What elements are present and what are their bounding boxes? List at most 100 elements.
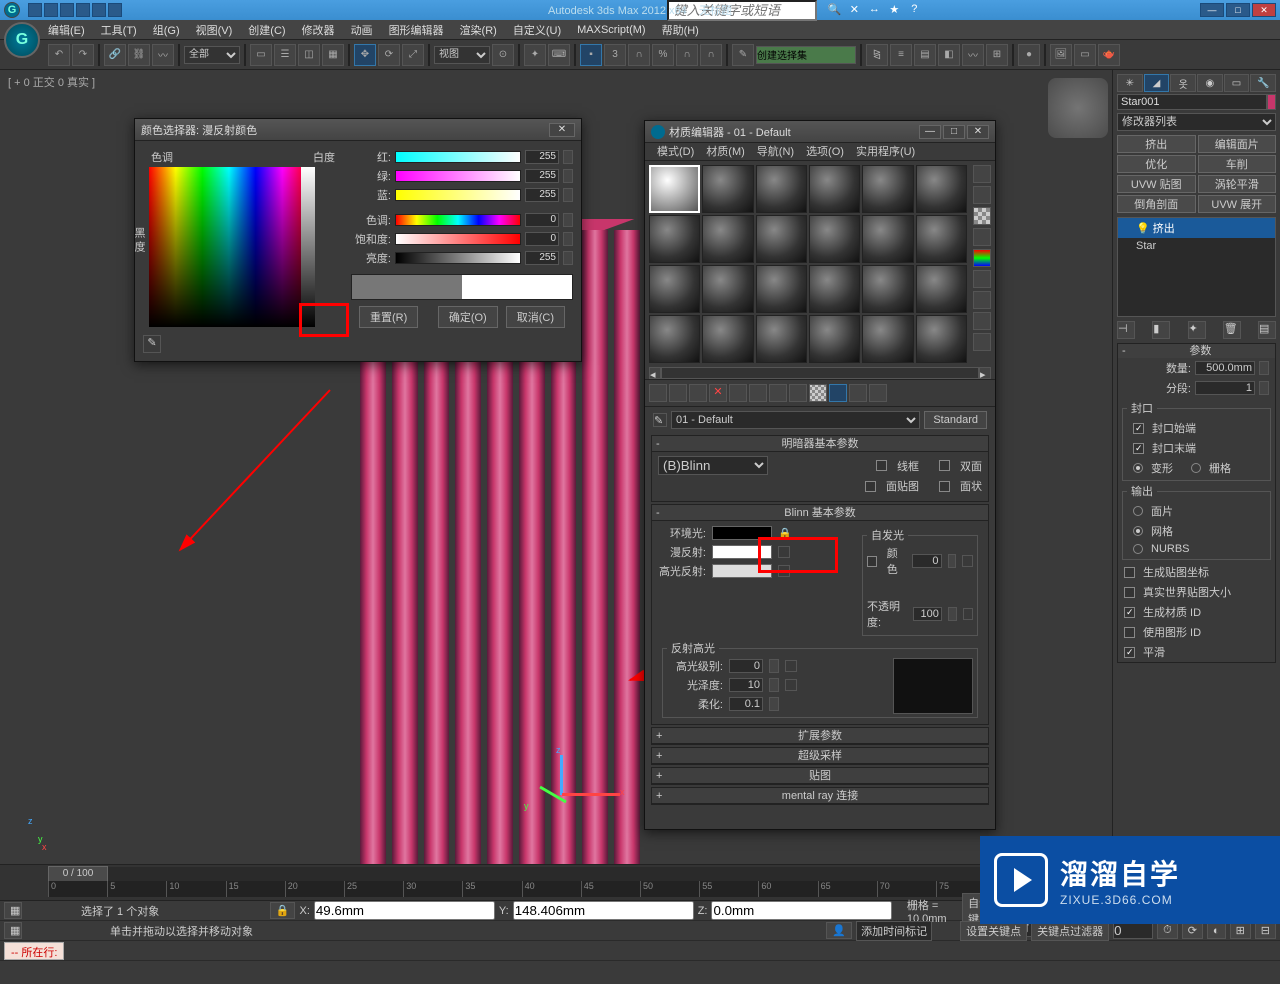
lock-selection-icon[interactable]: 🔒 (270, 902, 296, 919)
sat-slider[interactable] (395, 233, 521, 245)
window-crossing-icon[interactable]: ▦ (322, 44, 344, 66)
material-slot[interactable] (916, 165, 967, 213)
rollout-supersampling[interactable]: +超级采样 (652, 748, 988, 764)
wire-checkbox[interactable] (876, 460, 887, 471)
red-value[interactable]: 255 (525, 150, 559, 164)
named-sel-editor-icon[interactable]: ✎ (732, 44, 754, 66)
hierarchy-tab-icon[interactable]: 옷 (1170, 74, 1196, 92)
qat-new-icon[interactable] (28, 3, 42, 17)
segments-value[interactable]: 1 (1195, 381, 1255, 395)
menu-rendering[interactable]: 渲染(R) (452, 22, 505, 38)
smooth-checkbox[interactable] (1124, 647, 1135, 658)
material-slot[interactable] (862, 215, 913, 263)
use-shape-checkbox[interactable] (1124, 627, 1135, 638)
material-slot[interactable] (916, 265, 967, 313)
opacity-spinner[interactable] (948, 607, 957, 621)
scrollbar[interactable] (661, 367, 979, 379)
menu-tools[interactable]: 工具(T) (93, 22, 145, 38)
pivot-icon[interactable]: ⊙ (492, 44, 514, 66)
modifier-set-uvwunwrap[interactable]: UVW 展开 (1198, 195, 1277, 213)
si-color-checkbox[interactable] (867, 556, 877, 567)
exchange-icon[interactable]: ↔ (867, 3, 881, 17)
diffuse-color-swatch[interactable] (712, 545, 772, 559)
modifier-set-extrude[interactable]: 挤出 (1117, 135, 1196, 153)
current-frame-field[interactable] (1113, 922, 1153, 939)
spec-level-map-button[interactable] (785, 660, 797, 672)
object-color-swatch[interactable] (1267, 94, 1276, 110)
qat-redo-icon[interactable] (92, 3, 106, 17)
viewport-label[interactable]: [ + 0 正交 0 真实 ] (8, 74, 95, 90)
favorite-icon[interactable]: ★ (887, 3, 901, 17)
video-check-icon[interactable] (973, 249, 991, 267)
material-name-field[interactable]: 01 - Default (671, 411, 920, 429)
trackbar-toggle-icon[interactable]: ▦ (4, 922, 22, 939)
material-slot[interactable] (809, 165, 860, 213)
blinn-rollout-header[interactable]: -Blinn 基本参数 (652, 505, 988, 521)
qat-open-icon[interactable] (44, 3, 58, 17)
selection-filter[interactable]: 全部 (184, 46, 240, 64)
material-slot[interactable] (809, 215, 860, 263)
material-slot[interactable] (916, 315, 967, 363)
red-spinner[interactable] (563, 150, 573, 164)
nav-max-icon[interactable]: ⊞ (1230, 922, 1251, 939)
mirror-icon[interactable]: ⧎ (866, 44, 888, 66)
manipulate-icon[interactable]: ✦ (524, 44, 546, 66)
menu-customize[interactable]: 自定义(U) (505, 22, 569, 38)
stack-item-extrude[interactable]: 💡 挤出 (1118, 218, 1275, 238)
select-region-icon[interactable]: ◫ (298, 44, 320, 66)
make-unique-icon[interactable]: ✦ (1188, 321, 1206, 339)
material-slot[interactable] (702, 165, 753, 213)
si-map-button[interactable] (962, 555, 973, 567)
align-icon[interactable]: ≡ (890, 44, 912, 66)
ok-button[interactable]: 确定(O) (438, 306, 498, 328)
material-editor-titlebar[interactable]: 材质编辑器 - 01 - Default — □ ✕ (645, 121, 995, 143)
undo-icon[interactable]: ↶ (48, 44, 70, 66)
menu-views[interactable]: 视图(V) (188, 22, 241, 38)
menu-help[interactable]: 帮助(H) (654, 22, 707, 38)
rollout-maps[interactable]: +贴图 (652, 768, 988, 784)
rollout-mental-ray[interactable]: +mental ray 连接 (652, 788, 988, 804)
time-slider[interactable]: 0 / 100 (48, 866, 108, 882)
gen-map-checkbox[interactable] (1124, 567, 1135, 578)
morph-radio[interactable] (1133, 463, 1143, 473)
mat-minimize-button[interactable]: — (919, 125, 941, 139)
gloss-value[interactable]: 10 (729, 678, 763, 692)
material-slot[interactable] (862, 315, 913, 363)
angle-snap-icon[interactable]: 3 (604, 44, 626, 66)
mat-map-nav-icon[interactable] (973, 333, 991, 351)
create-tab-icon[interactable]: ✳ (1117, 74, 1143, 92)
menu-edit[interactable]: 编辑(E) (40, 22, 93, 38)
transform-z[interactable] (711, 901, 892, 920)
nav-walk-icon[interactable]: ◐ (1207, 923, 1226, 939)
make-copy-icon[interactable] (729, 384, 747, 402)
utilities-tab-icon[interactable]: 🔧 (1250, 74, 1276, 92)
display-tab-icon[interactable]: ▭ (1224, 74, 1250, 92)
isolate-icon[interactable]: 👤 (826, 922, 852, 939)
spec-level-spinner[interactable] (769, 659, 779, 673)
material-slot[interactable] (809, 265, 860, 313)
reset-map-icon[interactable]: ✕ (709, 384, 727, 402)
qat-save-icon[interactable] (60, 3, 74, 17)
make-preview-icon[interactable] (973, 270, 991, 288)
transform-x[interactable] (314, 901, 495, 920)
faceted-checkbox[interactable] (939, 481, 950, 492)
select-icon[interactable]: ▭ (250, 44, 272, 66)
make-unique-icon[interactable] (749, 384, 767, 402)
layer-manager-icon[interactable]: ▤ (914, 44, 936, 66)
material-slot[interactable] (649, 215, 700, 263)
help-icon[interactable]: ? (907, 3, 921, 17)
sample-type-icon[interactable] (973, 165, 991, 183)
hue-spinner[interactable] (563, 213, 573, 227)
params-rollout-header[interactable]: -参数 (1118, 344, 1275, 358)
nurbs-radio[interactable] (1133, 544, 1143, 554)
search-icon[interactable]: 🔍 (827, 3, 841, 17)
move-icon[interactable]: ✥ (354, 44, 376, 66)
mat-maximize-button[interactable]: □ (943, 125, 965, 139)
menu-graph-editors[interactable]: 图形编辑器 (381, 22, 452, 38)
material-slot[interactable] (756, 165, 807, 213)
red-slider[interactable] (395, 151, 521, 163)
select-by-mat-icon[interactable] (973, 312, 991, 330)
material-slot[interactable] (862, 265, 913, 313)
material-slot[interactable] (756, 215, 807, 263)
gloss-spinner[interactable] (769, 678, 779, 692)
